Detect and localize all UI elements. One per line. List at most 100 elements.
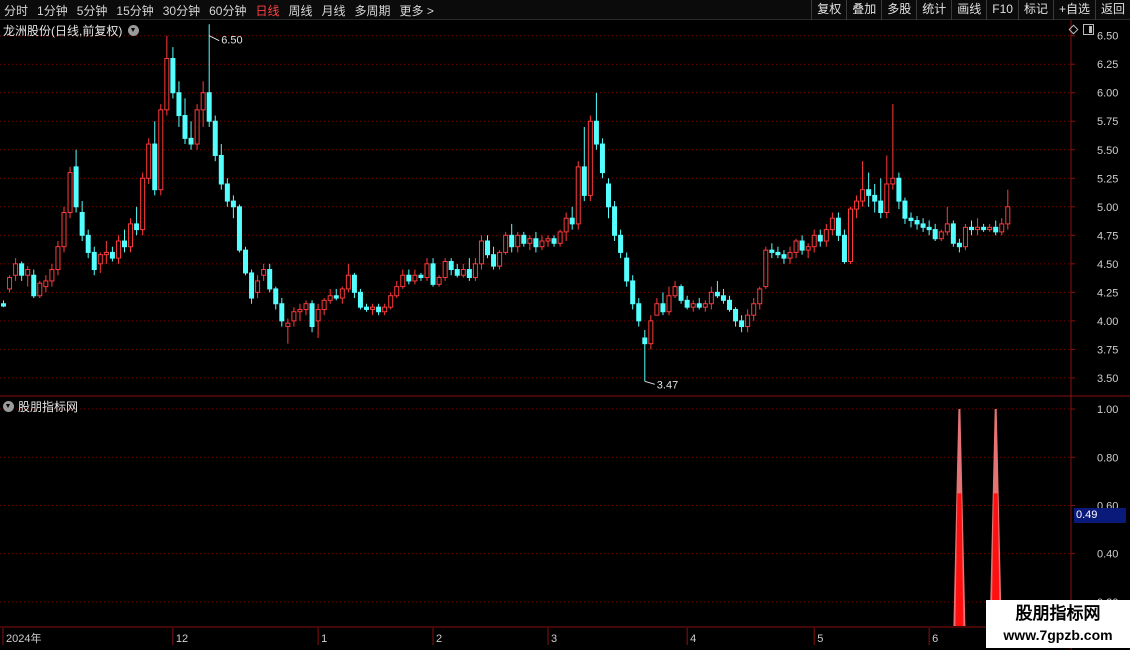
candle xyxy=(146,138,152,184)
indicator-panel-title[interactable]: 股朋指标网 xyxy=(3,398,78,415)
candle-body xyxy=(745,314,751,328)
candle-body xyxy=(109,251,115,259)
candle-body xyxy=(878,200,884,213)
date-tick-label: 3 xyxy=(551,633,557,645)
candle-body xyxy=(382,306,388,313)
candle-body xyxy=(79,211,85,236)
candle-body xyxy=(436,277,442,285)
candle xyxy=(521,231,527,247)
candle-body xyxy=(696,303,702,308)
panel-corner-controls xyxy=(1068,24,1094,35)
candle-body xyxy=(454,269,460,276)
window-toggle-icon[interactable] xyxy=(1083,24,1094,35)
candle-body xyxy=(73,166,79,208)
candle xyxy=(926,220,932,236)
date-tick-label: 1 xyxy=(321,633,327,645)
candle-body xyxy=(140,177,146,231)
candle xyxy=(364,303,369,312)
candle xyxy=(835,212,841,242)
candle xyxy=(775,246,781,259)
candle xyxy=(49,263,55,287)
candle-body xyxy=(1,303,6,307)
candle-body xyxy=(950,223,956,244)
candle-body xyxy=(339,288,345,299)
candle xyxy=(109,246,115,262)
candle-body xyxy=(224,183,230,202)
candle-body xyxy=(618,234,624,253)
candle-body xyxy=(854,200,860,210)
candle xyxy=(460,263,466,278)
candle xyxy=(745,309,751,333)
candle-body xyxy=(551,238,557,244)
candle xyxy=(61,206,67,253)
candle xyxy=(436,275,442,287)
candle xyxy=(769,243,775,259)
candle xyxy=(497,250,503,270)
candle xyxy=(297,303,303,321)
indicator-tick-label: 0.40 xyxy=(1097,549,1118,561)
watermark-url: www.7gpzb.com xyxy=(1003,627,1113,643)
candle xyxy=(212,115,218,162)
candle xyxy=(55,241,61,276)
candle-body xyxy=(61,211,67,248)
candle xyxy=(200,81,206,127)
candle xyxy=(1005,189,1011,230)
candle-body xyxy=(587,120,593,196)
price-tick-label: 6.25 xyxy=(1097,59,1118,71)
candle xyxy=(708,286,714,310)
candle-body xyxy=(612,206,618,236)
candle-body xyxy=(49,269,55,282)
candle xyxy=(533,231,539,253)
candle xyxy=(194,104,200,150)
candle xyxy=(938,229,944,242)
candle xyxy=(872,183,878,213)
date-tick-label: 2 xyxy=(436,633,442,645)
candle xyxy=(618,229,624,259)
candle-body xyxy=(442,261,448,279)
candle xyxy=(327,288,333,304)
candle xyxy=(739,315,745,333)
candle-body xyxy=(599,143,605,174)
candle xyxy=(884,155,890,219)
chart-canvas[interactable]: 3.50 3.75 4.00 4.25 4.50 4.75 5.00 5.25 5.50 5.75… xyxy=(0,0,1130,650)
candle xyxy=(115,235,121,264)
candle-body xyxy=(134,223,140,231)
candle xyxy=(799,235,805,255)
chevron-down-icon[interactable] xyxy=(128,25,140,36)
candle xyxy=(817,229,823,247)
candle xyxy=(551,235,557,247)
candle xyxy=(134,206,140,236)
candle xyxy=(321,298,327,316)
candle-body xyxy=(424,263,430,279)
candle xyxy=(866,172,872,207)
candle xyxy=(43,275,49,293)
candle xyxy=(188,121,194,150)
candle xyxy=(273,286,279,310)
main-panel-title[interactable]: 龙洲股份(日线,前复权) xyxy=(3,22,140,39)
candle xyxy=(339,286,345,304)
candle-body xyxy=(660,303,666,313)
price-tick-label: 5.00 xyxy=(1097,202,1118,214)
candle-body xyxy=(418,274,424,279)
candle-body xyxy=(115,240,121,259)
candle-body xyxy=(569,217,575,225)
candle xyxy=(73,149,79,213)
candle xyxy=(218,144,224,190)
candle-body xyxy=(678,286,684,301)
candle-body xyxy=(866,189,872,196)
candle-body xyxy=(563,217,569,233)
candle-body xyxy=(757,288,763,305)
candle xyxy=(91,246,97,276)
candle xyxy=(606,178,611,219)
candle-body xyxy=(460,269,466,276)
candle-body xyxy=(261,269,267,276)
candle-body xyxy=(642,337,648,345)
low-marker-arrow xyxy=(644,380,655,385)
candle-body xyxy=(249,272,255,299)
candle xyxy=(255,275,261,299)
chevron-down-icon[interactable] xyxy=(3,401,14,412)
candle xyxy=(908,212,914,228)
candle-body xyxy=(128,223,134,248)
candle xyxy=(527,235,533,251)
diamond-icon[interactable] xyxy=(1068,24,1079,35)
